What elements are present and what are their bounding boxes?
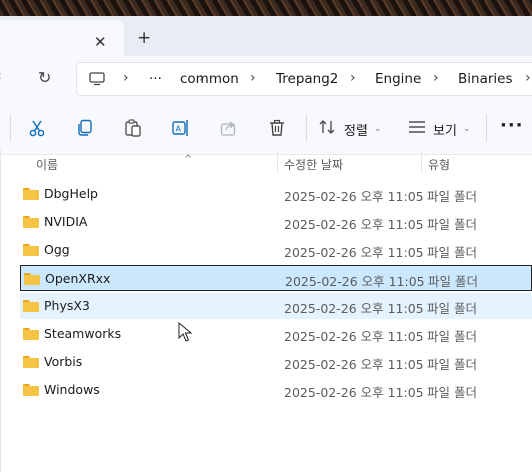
file-name: OpenXRxx	[45, 271, 111, 286]
tab-current[interactable]: ✕	[0, 20, 124, 56]
file-type: 파일 폴더	[427, 357, 477, 372]
file-modified-date: 2025-02-26 오후 11:05	[284, 357, 424, 372]
file-modified-date: 2025-02-26 오후 11:05	[284, 189, 424, 204]
view-button[interactable]: 보기 ⌄	[408, 118, 470, 140]
file-row-physx3[interactable]: PhysX3 2025-02-26 오후 11:05 파일 폴더	[20, 293, 532, 319]
file-modified-date: 2025-02-26 오후 11:05	[284, 329, 424, 344]
view-icon	[408, 120, 426, 138]
chevron-down-icon: ⌄	[462, 124, 471, 134]
column-resize-handle[interactable]	[421, 152, 422, 174]
breadcrumb-overflow[interactable]: ···	[149, 71, 162, 87]
file-name: Steamworks	[44, 326, 122, 341]
close-tab-button[interactable]: ✕	[94, 33, 107, 51]
chevron-down-icon: ⌄	[373, 124, 382, 134]
sort-button[interactable]: 정렬 ⌄	[319, 118, 381, 140]
file-row-nvidia[interactable]: NVIDIA 2025-02-26 오후 11:05 파일 폴더	[20, 209, 532, 235]
back-button[interactable]: ‹	[0, 68, 2, 84]
file-type: 파일 폴더	[427, 189, 477, 204]
share-icon[interactable]	[220, 119, 238, 141]
file-name: DbgHelp	[44, 186, 98, 201]
file-row-steamworks[interactable]: Steamworks 2025-02-26 오후 11:05 파일 폴더	[20, 321, 532, 347]
address-bar[interactable]: › ··· › common › Trepang2 › Engine › Bin…	[76, 62, 532, 96]
breadcrumb-trepang2[interactable]: Trepang2	[276, 71, 338, 87]
file-type: 파일 폴더	[427, 217, 477, 232]
sort-icon	[319, 119, 337, 139]
mouse-cursor-icon	[178, 321, 193, 346]
cut-icon[interactable]	[28, 119, 46, 141]
file-name: Vorbis	[44, 354, 83, 369]
breadcrumb-separator[interactable]: ›	[123, 70, 129, 86]
folder-icon	[23, 356, 39, 368]
toolbar-divider	[10, 114, 11, 142]
desktop-wallpaper-strip	[0, 0, 532, 16]
breadcrumb-separator[interactable]: ›	[250, 70, 256, 86]
toolbar-divider	[486, 114, 487, 142]
column-header-row: 이름 ^ 수정한 날짜 유형	[0, 150, 532, 174]
svg-text:A: A	[176, 125, 182, 134]
column-header-name[interactable]: 이름 ^	[36, 154, 276, 173]
command-bar: A 정렬 ⌄ 보기 ⌄ ···	[0, 102, 532, 155]
view-label: 보기	[433, 123, 457, 139]
folder-icon	[23, 244, 39, 256]
file-name: PhysX3	[44, 298, 90, 313]
file-modified-date: 2025-02-26 오후 11:05	[285, 274, 425, 289]
file-type: 파일 폴더	[428, 274, 478, 289]
file-type: 파일 폴더	[427, 245, 477, 260]
column-header-type[interactable]: 유형	[428, 156, 450, 173]
navigation-pane-edge	[0, 150, 1, 472]
new-tab-button[interactable]: +	[137, 28, 151, 48]
file-type: 파일 폴더	[427, 301, 477, 316]
breadcrumb-separator[interactable]: ›	[433, 70, 439, 86]
column-resize-handle[interactable]	[277, 152, 278, 174]
tab-bar: ✕ +	[0, 16, 532, 56]
breadcrumb-engine[interactable]: Engine	[375, 71, 421, 87]
file-type: 파일 폴더	[427, 385, 477, 400]
file-row-windows[interactable]: Windows 2025-02-26 오후 11:05 파일 폴더	[20, 377, 532, 403]
more-options-button[interactable]: ···	[500, 115, 524, 136]
folder-icon	[23, 300, 39, 312]
this-pc-icon[interactable]	[89, 71, 105, 90]
folder-icon	[23, 328, 39, 340]
toolbar-divider	[306, 114, 307, 142]
navigation-row: ‹ ↻ › ··· › common › Trepang2 › Engine ›…	[0, 56, 532, 102]
breadcrumb-separator[interactable]: ›	[350, 70, 356, 86]
file-row-dbghelp[interactable]: DbgHelp 2025-02-26 오후 11:05 파일 폴더	[20, 181, 532, 207]
column-header-date[interactable]: 수정한 날짜	[284, 156, 343, 173]
folder-icon	[24, 273, 40, 285]
file-name: Windows	[44, 382, 100, 397]
file-row-vorbis[interactable]: Vorbis 2025-02-26 오후 11:05 파일 폴더	[20, 349, 532, 375]
folder-icon	[23, 384, 39, 396]
refresh-button[interactable]: ↻	[38, 68, 51, 87]
file-modified-date: 2025-02-26 오후 11:05	[284, 245, 424, 260]
file-name: NVIDIA	[44, 214, 88, 229]
file-row-openxrxx[interactable]: OpenXRxx 2025-02-26 오후 11:05 파일 폴더	[20, 265, 532, 291]
file-type: 파일 폴더	[427, 329, 477, 344]
file-modified-date: 2025-02-26 오후 11:05	[284, 301, 424, 316]
file-modified-date: 2025-02-26 오후 11:05	[284, 217, 424, 232]
sort-label: 정렬	[344, 123, 368, 139]
paste-icon[interactable]	[124, 119, 142, 141]
folder-icon	[23, 216, 39, 228]
file-row-ogg[interactable]: Ogg 2025-02-26 오후 11:05 파일 폴더	[20, 237, 532, 263]
file-modified-date: 2025-02-26 오후 11:05	[284, 385, 424, 400]
breadcrumb-separator[interactable]: ›	[525, 70, 531, 86]
folder-icon	[23, 188, 39, 200]
breadcrumb-common[interactable]: common	[180, 71, 239, 87]
file-name: Ogg	[44, 242, 70, 257]
sort-ascending-icon: ^	[184, 154, 193, 165]
rename-icon[interactable]: A	[172, 119, 190, 141]
delete-icon[interactable]	[268, 119, 286, 141]
breadcrumb-binaries[interactable]: Binaries	[458, 71, 512, 87]
copy-icon[interactable]	[76, 119, 94, 141]
